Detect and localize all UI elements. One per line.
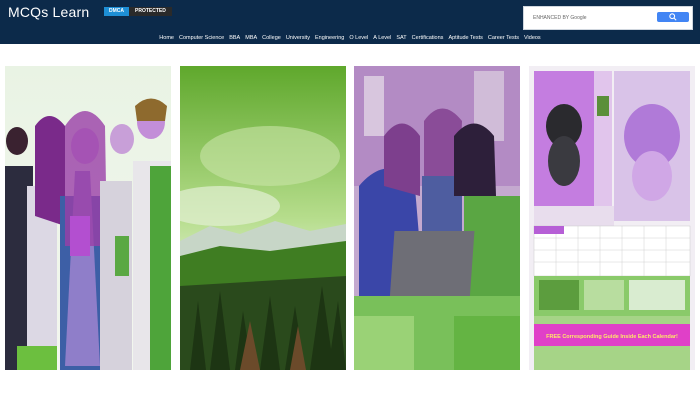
students-laptop-image	[354, 66, 520, 370]
site-header: MCQs Learn DMCA PROTECTED Home Computer …	[0, 0, 700, 44]
main-nav: Home Computer Science BBA MBA College Un…	[0, 33, 700, 43]
nav-university[interactable]: University	[286, 33, 310, 43]
card-students-laptop[interactable]	[354, 66, 520, 370]
card-calendar-collage[interactable]: FREE Corresponding Guide Inside Each Cal…	[529, 66, 695, 370]
nav-college[interactable]: College	[262, 33, 281, 43]
protected-badge[interactable]: PROTECTED	[129, 7, 172, 16]
forest-landscape-image	[180, 66, 346, 370]
nav-a-level[interactable]: A Level	[373, 33, 391, 43]
nav-career-tests[interactable]: Career Tests	[488, 33, 519, 43]
nav-mba[interactable]: MBA	[245, 33, 257, 43]
nav-o-level[interactable]: O Level	[349, 33, 368, 43]
nav-certifications[interactable]: Certifications	[412, 33, 444, 43]
nav-bba[interactable]: BBA	[229, 33, 240, 43]
calendar-collage-image: FREE Corresponding Guide Inside Each Cal…	[529, 66, 695, 370]
nav-engineering[interactable]: Engineering	[315, 33, 344, 43]
search-box	[523, 6, 693, 30]
nav-computer-science[interactable]: Computer Science	[179, 33, 224, 43]
nav-home[interactable]: Home	[159, 33, 174, 43]
nav-aptitude-tests[interactable]: Aptitude Tests	[448, 33, 482, 43]
card-students-group[interactable]	[5, 66, 171, 370]
site-logo[interactable]: MCQs Learn	[8, 4, 89, 20]
search-button[interactable]	[657, 12, 689, 22]
dmca-badge-group[interactable]: DMCA PROTECTED	[104, 7, 172, 16]
nav-videos[interactable]: Videos	[524, 33, 541, 43]
calendar-banner-text: FREE Corresponding Guide Inside Each Cal…	[546, 334, 678, 340]
search-icon	[669, 13, 677, 21]
dmca-badge[interactable]: DMCA	[104, 7, 129, 16]
search-input[interactable]	[527, 10, 653, 26]
nav-sat[interactable]: SAT	[396, 33, 406, 43]
card-forest-landscape[interactable]	[180, 66, 346, 370]
students-group-image	[5, 66, 171, 370]
